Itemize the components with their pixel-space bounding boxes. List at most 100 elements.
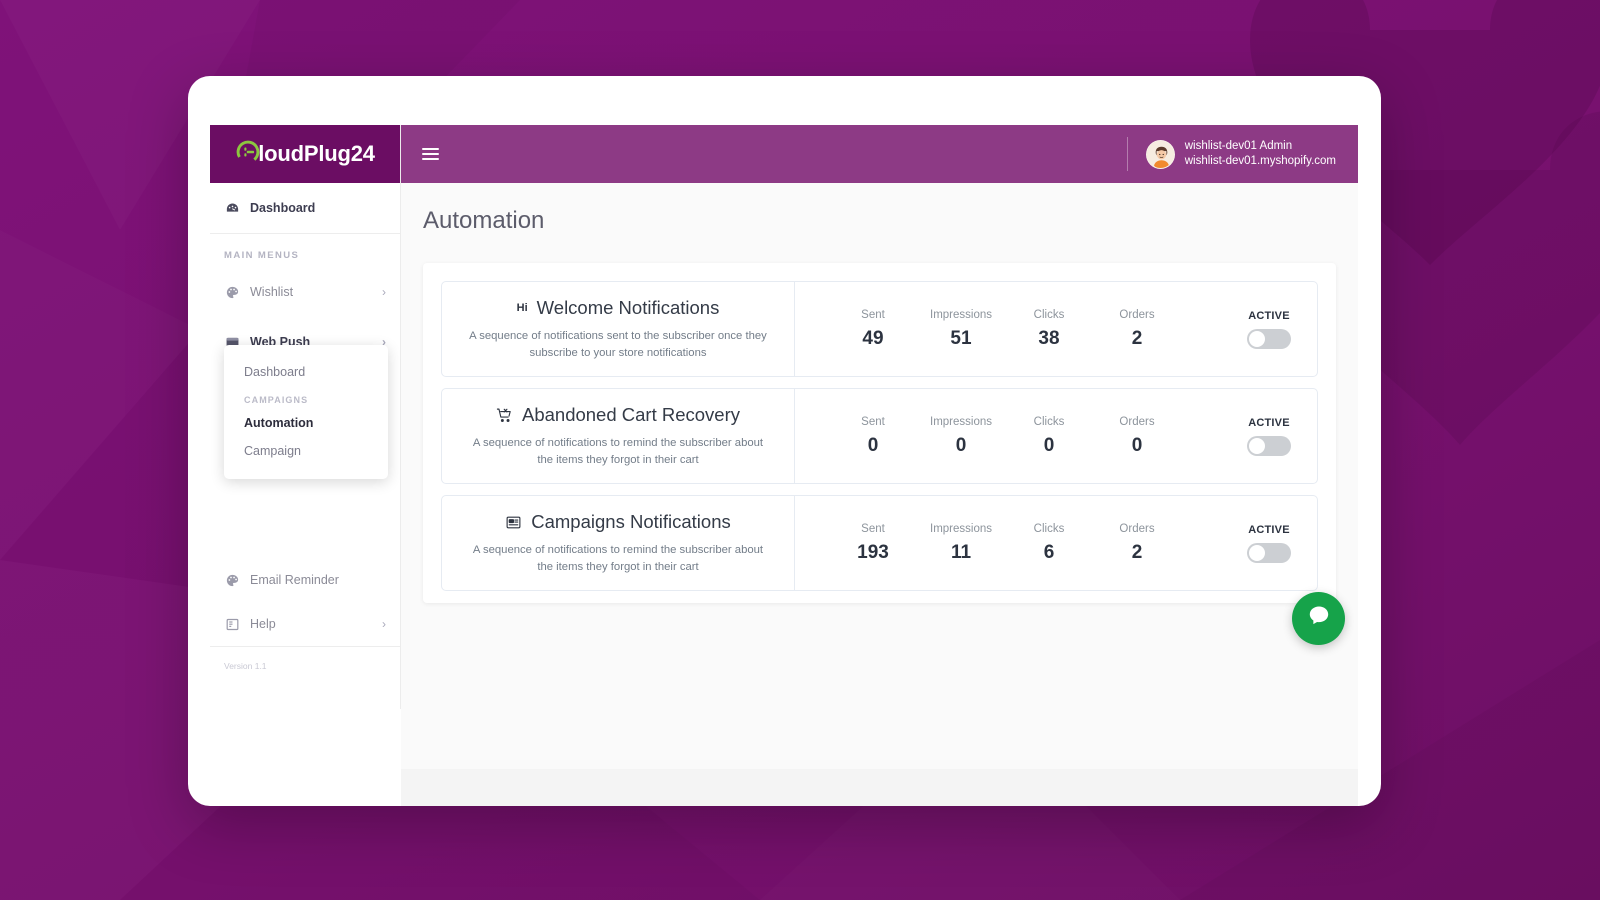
sidebar-item-dashboard[interactable]: Dashboard <box>210 183 400 233</box>
stat-value: 0 <box>955 434 967 456</box>
stat-sent: Sent 193 <box>829 523 917 564</box>
stat-clicks: Clicks 38 <box>1005 309 1093 350</box>
active-toggle[interactable] <box>1247 328 1291 349</box>
card-description: A sequence of notifications sent to the … <box>469 330 767 359</box>
stat-clicks: Clicks 0 <box>1005 416 1093 457</box>
footer-strip <box>401 769 1358 806</box>
topbar-divider <box>1126 137 1128 171</box>
stat-label: Clicks <box>1033 415 1065 428</box>
user-avatar <box>1145 139 1175 169</box>
stat-orders: Orders 2 <box>1093 309 1181 350</box>
submenu-item-dashboard[interactable]: Dashboard <box>224 358 388 386</box>
stat-label: Orders <box>1119 415 1155 428</box>
app-window: loudPlug24 Dashboard MAIN MENUS Wishlist… <box>188 76 1381 806</box>
card-toggle-group: ACTIVE <box>1247 524 1317 563</box>
stat-label: Impressions <box>930 522 992 535</box>
speedometer-icon <box>224 200 241 217</box>
stat-label: Orders <box>1119 522 1155 535</box>
sidebar-item-label: Dashboard <box>250 201 316 215</box>
sidebar: loudPlug24 Dashboard MAIN MENUS Wishlist… <box>210 125 401 709</box>
brand-logo[interactable]: loudPlug24 <box>210 125 400 183</box>
chevron-right-icon: › <box>382 285 386 299</box>
stat-impressions: Impressions 0 <box>917 416 1005 457</box>
campaign-card-icon <box>505 514 522 531</box>
submenu-item-automation[interactable]: Automation <box>224 409 388 437</box>
stat-impressions: Impressions 11 <box>917 523 1005 564</box>
submenu-item-campaign[interactable]: Campaign <box>224 437 388 465</box>
active-toggle[interactable] <box>1247 542 1291 563</box>
user-account-box[interactable]: wishlist-dev01 Admin wishlist-dev01.mysh… <box>1126 137 1358 171</box>
chat-bubble-icon <box>1306 603 1332 634</box>
stat-value: 2 <box>1131 327 1143 349</box>
stat-label: Sent <box>861 308 885 321</box>
card-title: Campaigns Notifications <box>531 511 731 533</box>
automation-panel: Hi Welcome Notifications A sequence of n… <box>423 263 1336 603</box>
stat-label: Sent <box>861 415 885 428</box>
card-info: Campaigns Notifications A sequence of no… <box>442 496 795 590</box>
cart-x-icon <box>496 407 513 424</box>
stat-value: 0 <box>867 434 879 456</box>
card-description: A sequence of notifications to remind th… <box>472 544 764 573</box>
stat-value: 0 <box>1131 434 1143 456</box>
stat-sent: Sent 0 <box>829 416 917 457</box>
stat-value: 193 <box>857 541 889 563</box>
stat-orders: Orders 2 <box>1093 523 1181 564</box>
card-title: Abandoned Cart Recovery <box>521 404 741 426</box>
sidebar-item-email-reminder[interactable]: Email Reminder <box>210 558 400 602</box>
stat-label: Orders <box>1119 308 1155 321</box>
sidebar-item-label: Email Reminder <box>250 573 339 587</box>
automation-card[interactable]: Campaigns Notifications A sequence of no… <box>441 495 1318 591</box>
stat-impressions: Impressions 51 <box>917 309 1005 350</box>
version-label: Version 1.1 <box>224 661 267 671</box>
stat-label: Clicks <box>1033 522 1065 535</box>
card-description: A sequence of notifications to remind th… <box>472 437 764 466</box>
sidebar-bottom-section: Email Reminder Help › Version 1.1 <box>210 558 400 709</box>
sidebar-item-label: Help <box>250 617 276 631</box>
brand-name: loudPlug24 <box>258 141 375 166</box>
stat-orders: Orders 0 <box>1093 416 1181 457</box>
toggle-label: ACTIVE <box>1248 523 1290 536</box>
card-info: Abandoned Cart Recovery A sequence of no… <box>442 389 795 483</box>
stat-label: Clicks <box>1033 308 1065 321</box>
card-stats: Sent 49 Impressions 51 Clicks 38 Orders … <box>795 282 1317 376</box>
stat-clicks: Clicks 6 <box>1005 523 1093 564</box>
web-push-submenu: Dashboard CAMPAIGNS Automation Campaign <box>224 345 388 479</box>
stat-value: 2 <box>1131 541 1143 563</box>
stat-sent: Sent 49 <box>829 309 917 350</box>
stat-value: 0 <box>1043 434 1055 456</box>
card-stats: Sent 0 Impressions 0 Clicks 0 Orders 0 A… <box>795 389 1317 483</box>
hi-text-badge: Hi <box>516 302 528 315</box>
automation-card[interactable]: Abandoned Cart Recovery A sequence of no… <box>441 388 1318 484</box>
card-toggle-group: ACTIVE <box>1247 417 1317 456</box>
stat-label: Impressions <box>930 308 992 321</box>
toggle-label: ACTIVE <box>1248 416 1290 429</box>
user-name: wishlist-dev01 Admin <box>1184 140 1293 153</box>
card-toggle-group: ACTIVE <box>1247 310 1317 349</box>
user-domain: wishlist-dev01.myshopify.com <box>1184 155 1336 167</box>
stat-value: 6 <box>1043 541 1055 563</box>
stat-value: 49 <box>862 327 884 349</box>
stat-value: 11 <box>950 541 972 563</box>
palette-icon <box>224 572 241 589</box>
card-title: Welcome Notifications <box>536 297 720 319</box>
stat-label: Sent <box>861 522 885 535</box>
sidebar-item-wishlist[interactable]: Wishlist › <box>210 267 400 317</box>
active-toggle[interactable] <box>1247 435 1291 456</box>
stat-value: 51 <box>950 327 972 349</box>
sidebar-item-label: Wishlist <box>250 285 294 299</box>
chevron-right-icon: › <box>382 617 386 631</box>
chat-widget-button[interactable] <box>1292 592 1345 645</box>
main-content: Automation Hi Welcome Notifications A se… <box>401 183 1358 769</box>
hamburger-icon[interactable] <box>422 145 439 163</box>
sidebar-item-help[interactable]: Help › <box>210 602 400 646</box>
automation-card[interactable]: Hi Welcome Notifications A sequence of n… <box>441 281 1318 377</box>
submenu-caption-campaigns: CAMPAIGNS <box>244 395 309 405</box>
stat-label: Impressions <box>930 415 992 428</box>
sidebar-section-caption: MAIN MENUS <box>224 250 300 261</box>
page-title: Automation <box>423 207 545 234</box>
book-icon <box>224 616 241 633</box>
card-info: Hi Welcome Notifications A sequence of n… <box>442 282 795 376</box>
stat-value: 38 <box>1038 327 1060 349</box>
palette-icon <box>224 284 241 301</box>
toggle-label: ACTIVE <box>1248 309 1290 322</box>
